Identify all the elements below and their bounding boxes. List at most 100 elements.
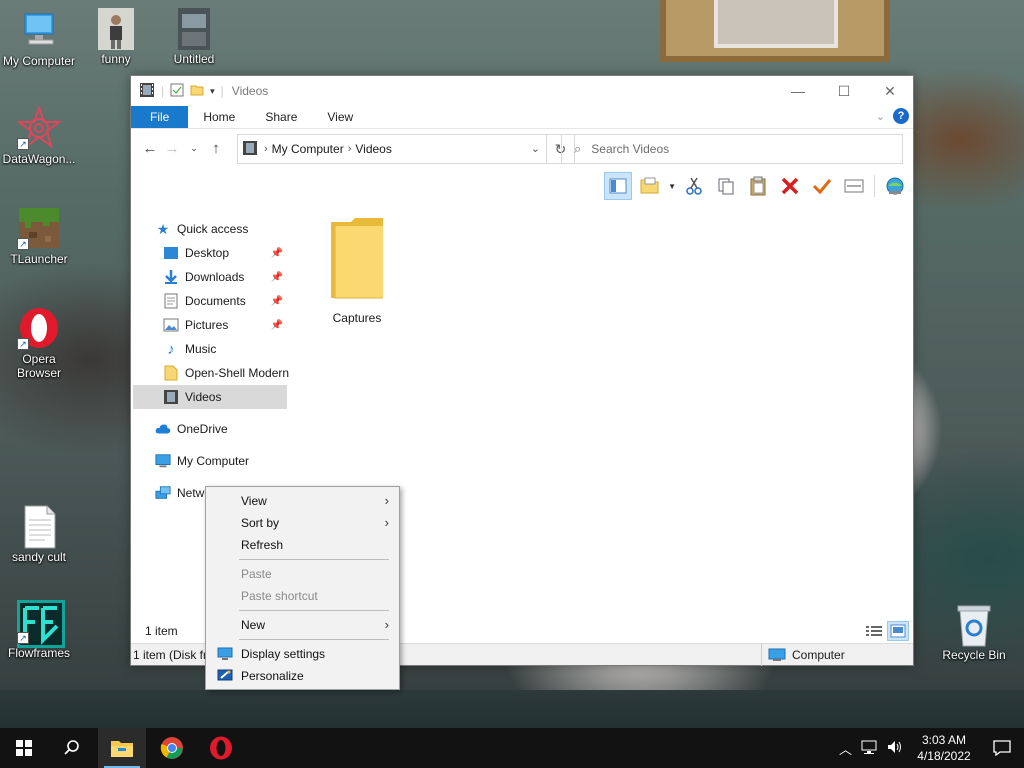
pin-icon[interactable]: 📌 (271, 272, 283, 283)
menu-item-refresh[interactable]: Refresh (206, 534, 399, 556)
email-button[interactable] (840, 172, 868, 200)
chevron-down-icon[interactable]: ▼ (668, 182, 676, 191)
classic-toolbar: ▼ (604, 172, 909, 200)
customize-dropdown-icon[interactable]: ▾ (210, 86, 215, 97)
up-button[interactable]: ↑ (205, 140, 227, 157)
nav-my-computer[interactable]: My Computer (155, 449, 287, 473)
cut-button[interactable] (680, 172, 708, 200)
nav-quick-access[interactable]: ★ Quick access (155, 217, 287, 241)
maximize-button[interactable]: ☐ (821, 76, 867, 106)
search-input[interactable]: ⌕ Search Videos (561, 134, 903, 164)
nav-pictures[interactable]: Pictures 📌 (163, 313, 287, 337)
breadcrumb-my-computer[interactable]: My Computer (272, 142, 344, 156)
desktop-icon-opera[interactable]: ↗ Opera Browser (1, 306, 77, 380)
chevron-up-icon[interactable]: ︿ (835, 739, 856, 758)
desktop-icon-recycle-bin[interactable]: Recycle Bin (936, 602, 1012, 662)
pin-icon[interactable]: 📌 (271, 248, 283, 259)
address-bar[interactable]: › My Computer › Videos ⌄ (237, 134, 547, 164)
menu-item-new[interactable]: New › (206, 614, 399, 636)
clock[interactable]: 3:03 AM 4/18/2022 (908, 732, 980, 764)
desktop-icon-sandy-cult[interactable]: sandy cult (1, 504, 77, 564)
menu-item-label: Paste shortcut (241, 589, 318, 603)
menu-item-view[interactable]: View › (206, 490, 399, 512)
menu-item-paste-shortcut[interactable]: Paste shortcut (206, 585, 399, 607)
title-bar[interactable]: | ▾ | Videos — ☐ ✕ (131, 76, 913, 106)
menu-item-personalize[interactable]: Personalize (206, 665, 399, 687)
nav-onedrive[interactable]: OneDrive (155, 417, 287, 441)
navigation-pane-button[interactable] (604, 172, 633, 200)
network-globe-button[interactable] (881, 172, 909, 200)
tab-view[interactable]: View (312, 106, 368, 128)
desktop-icon-label: TLauncher (10, 252, 68, 266)
menu-item-sort-by[interactable]: Sort by › (206, 512, 399, 534)
folder-label: Captures (332, 311, 382, 325)
datawagon-icon: ↗ (16, 105, 62, 150)
menu-item-display-settings[interactable]: Display settings (206, 643, 399, 665)
recent-locations-icon[interactable]: ⌄ (183, 143, 205, 154)
delete-button[interactable] (776, 172, 804, 200)
expand-ribbon-icon[interactable]: ⌄ (876, 110, 885, 123)
chrome-icon (160, 737, 183, 759)
desktop-icon (163, 245, 179, 261)
wall-picture-frame (660, 0, 890, 62)
notification-center-icon[interactable] (980, 740, 1024, 756)
nav-open-shell-modern[interactable]: Open-Shell Modern (163, 361, 289, 385)
computer-icon (17, 8, 61, 52)
folder-item-captures[interactable]: Captures (321, 218, 393, 325)
tab-home[interactable]: Home (188, 106, 250, 128)
taskbar-search-button[interactable] (48, 728, 96, 768)
nav-videos[interactable]: Videos (133, 385, 287, 409)
folder-options-button[interactable] (636, 172, 664, 200)
search-placeholder: Search Videos (591, 142, 670, 156)
personalize-icon (217, 669, 233, 681)
close-button[interactable]: ✕ (867, 76, 913, 106)
menu-item-paste[interactable]: Paste (206, 563, 399, 585)
nav-downloads[interactable]: Downloads 📌 (163, 265, 287, 289)
help-icon[interactable]: ? (893, 108, 909, 124)
chevron-down-icon[interactable]: ⌄ (531, 142, 540, 155)
taskbar-chrome[interactable] (148, 728, 196, 768)
tab-share[interactable]: Share (250, 106, 312, 128)
nav-desktop[interactable]: Desktop 📌 (163, 241, 287, 265)
pin-icon[interactable]: 📌 (271, 320, 283, 331)
windows-logo-icon (16, 740, 32, 756)
desktop-icon-untitled[interactable]: Untitled (156, 6, 232, 66)
start-button[interactable] (0, 728, 48, 768)
tab-file[interactable]: File (131, 106, 189, 128)
desktop-icon-flowframes[interactable]: ↗ Flowframes (1, 600, 77, 660)
rename-checkmark-button[interactable] (808, 172, 836, 200)
paste-button[interactable] (744, 172, 772, 200)
desktop-icon-tlauncher[interactable]: ↗ TLauncher (1, 206, 77, 266)
videos-folder-icon (139, 82, 155, 101)
desktop-icon-datawagon[interactable]: ↗ DataWagon... (1, 105, 77, 166)
nav-documents[interactable]: Documents 📌 (163, 289, 287, 313)
new-folder-icon[interactable] (190, 83, 204, 100)
image-thumbnail-icon (172, 6, 216, 50)
back-button[interactable]: ← (139, 140, 161, 157)
desktop-icon-my-computer[interactable]: My Computer (1, 8, 77, 68)
breadcrumb-videos[interactable]: Videos (355, 142, 391, 156)
large-icons-view-button[interactable] (887, 621, 909, 641)
taskbar-file-explorer[interactable] (98, 728, 146, 768)
details-view-button[interactable] (863, 621, 885, 641)
chevron-right-icon[interactable]: › (264, 143, 268, 155)
taskbar: ︿ 3:03 AM 4/18/2022 (0, 728, 1024, 768)
chevron-right-icon[interactable]: › (348, 143, 352, 155)
volume-icon[interactable] (882, 739, 908, 758)
nav-music[interactable]: ♪ Music (163, 337, 287, 361)
file-explorer-icon (111, 741, 133, 757)
cloud-icon (155, 421, 171, 437)
properties-icon[interactable] (170, 83, 184, 100)
folder-icon (163, 365, 179, 381)
menu-item-label: Sort by (241, 516, 280, 530)
desktop-icon-funny[interactable]: funny (78, 6, 154, 66)
forward-button[interactable]: → (161, 140, 183, 157)
computer-icon (155, 453, 171, 469)
pin-icon[interactable]: 📌 (271, 296, 283, 307)
menu-separator (239, 559, 389, 560)
network-icon[interactable] (856, 739, 882, 758)
copy-button[interactable] (712, 172, 740, 200)
item-count: 1 item (145, 624, 178, 638)
minimize-button[interactable]: — (775, 76, 821, 106)
taskbar-opera[interactable] (197, 728, 245, 768)
